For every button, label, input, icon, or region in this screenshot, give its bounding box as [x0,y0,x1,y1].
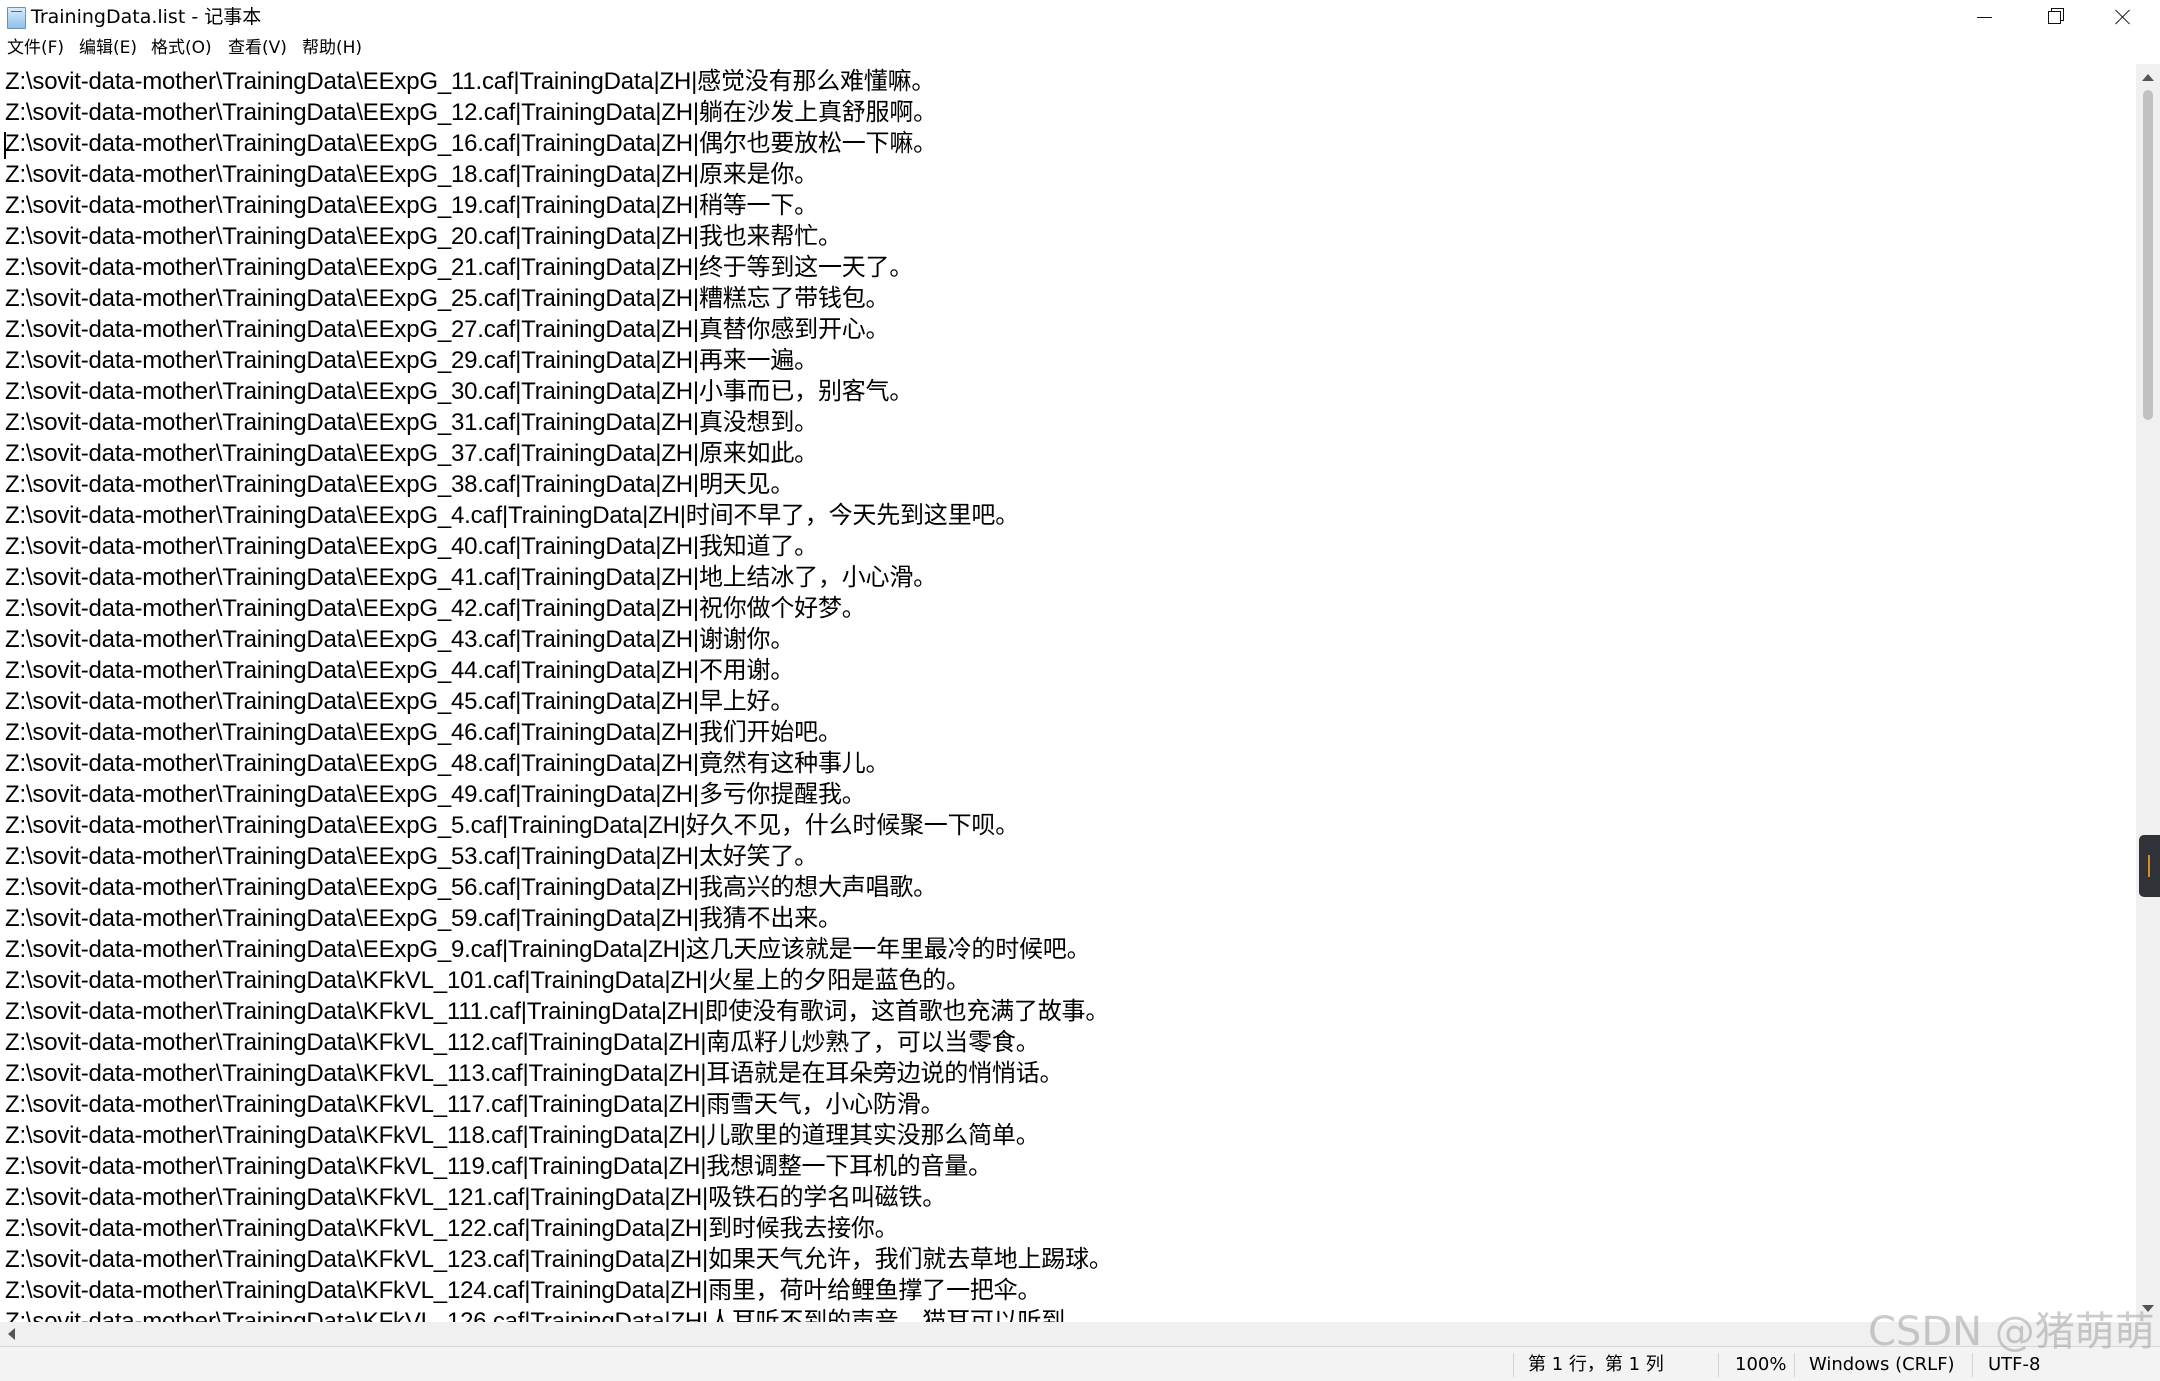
text-line[interactable]: Z:\sovit-data-mother\TrainingData\EExpG_… [5,593,866,624]
text-line[interactable]: Z:\sovit-data-mother\TrainingData\KFkVL_… [5,996,1109,1027]
text-line[interactable]: Z:\sovit-data-mother\TrainingData\EExpG_… [5,934,1091,965]
zoom-level: 100% [1735,1354,1787,1375]
text-line[interactable]: Z:\sovit-data-mother\TrainingData\EExpG_… [5,128,937,159]
text-line[interactable]: Z:\sovit-data-mother\TrainingData\EExpG_… [5,655,794,686]
text-line[interactable]: Z:\sovit-data-mother\TrainingData\EExpG_… [5,97,937,128]
text-line[interactable]: Z:\sovit-data-mother\TrainingData\EExpG_… [5,283,890,314]
notepad-icon [7,7,26,29]
text-line[interactable]: Z:\sovit-data-mother\TrainingData\KFkVL_… [5,1213,899,1244]
scroll-corner [2136,1322,2160,1346]
text-line[interactable]: Z:\sovit-data-mother\TrainingData\EExpG_… [5,810,1019,841]
menu-view[interactable]: 查看(V) [227,36,288,60]
vertical-scroll-thumb[interactable] [2143,90,2153,420]
text-line[interactable]: Z:\sovit-data-mother\TrainingData\KFkVL_… [5,1306,1089,1322]
cursor-position: 第 1 行，第 1 列 [1528,1354,1664,1375]
horizontal-scrollbar[interactable] [0,1322,2136,1346]
restore-button[interactable] [2019,0,2087,36]
title-bar: TrainingData.list - 记事本 [0,0,2160,36]
text-line[interactable]: Z:\sovit-data-mother\TrainingData\KFkVL_… [5,1244,1113,1275]
text-line[interactable]: Z:\sovit-data-mother\TrainingData\EExpG_… [5,686,794,717]
text-line[interactable]: Z:\sovit-data-mother\TrainingData\KFkVL_… [5,965,970,996]
text-line[interactable]: Z:\sovit-data-mother\TrainingData\EExpG_… [5,252,913,283]
menu-bar: 文件(F) 编辑(E) 格式(O) 查看(V) 帮助(H) [0,35,2160,62]
menu-format[interactable]: 格式(O) [150,36,213,60]
text-line[interactable]: Z:\sovit-data-mother\TrainingData\EExpG_… [5,469,794,500]
menu-help[interactable]: 帮助(H) [301,36,363,60]
text-line[interactable]: Z:\sovit-data-mother\TrainingData\EExpG_… [5,407,818,438]
text-line[interactable]: Z:\sovit-data-mother\TrainingData\EExpG_… [5,779,866,810]
status-separator [1513,1353,1514,1377]
text-line[interactable]: Z:\sovit-data-mother\TrainingData\EExpG_… [5,903,842,934]
menu-file[interactable]: 文件(F) [6,36,65,60]
text-line[interactable]: Z:\sovit-data-mother\TrainingData\EExpG_… [5,624,794,655]
text-line[interactable]: Z:\sovit-data-mother\TrainingData\EExpG_… [5,221,842,252]
text-line[interactable]: Z:\sovit-data-mother\TrainingData\EExpG_… [5,562,937,593]
scroll-down-icon[interactable] [2142,1305,2154,1312]
status-separator [1972,1353,1973,1377]
text-line[interactable]: Z:\sovit-data-mother\TrainingData\EExpG_… [5,438,818,469]
text-line[interactable]: Z:\sovit-data-mother\TrainingData\EExpG_… [5,66,935,97]
text-line[interactable]: Z:\sovit-data-mother\TrainingData\EExpG_… [5,717,842,748]
close-button[interactable] [2088,0,2156,36]
status-separator [1718,1353,1719,1377]
text-line[interactable]: Z:\sovit-data-mother\TrainingData\EExpG_… [5,376,913,407]
vertical-scrollbar[interactable] [2136,64,2160,1322]
text-line[interactable]: Z:\sovit-data-mother\TrainingData\EExpG_… [5,748,890,779]
line-ending: Windows (CRLF) [1809,1354,1955,1375]
text-line[interactable]: Z:\sovit-data-mother\TrainingData\KFkVL_… [5,1089,945,1120]
text-line[interactable]: Z:\sovit-data-mother\TrainingData\EExpG_… [5,345,818,376]
text-line[interactable]: Z:\sovit-data-mother\TrainingData\EExpG_… [5,872,937,903]
text-line[interactable]: Z:\sovit-data-mother\TrainingData\EExpG_… [5,531,818,562]
text-line[interactable]: Z:\sovit-data-mother\TrainingData\KFkVL_… [5,1058,1064,1089]
text-line[interactable]: Z:\sovit-data-mother\TrainingData\KFkVL_… [5,1151,992,1182]
text-line[interactable]: Z:\sovit-data-mother\TrainingData\KFkVL_… [5,1182,946,1213]
minimize-button[interactable] [1950,0,2018,36]
text-line[interactable]: Z:\sovit-data-mother\TrainingData\EExpG_… [5,841,818,872]
window-title: TrainingData.list - 记事本 [31,6,262,28]
text-line[interactable]: Z:\sovit-data-mother\TrainingData\EExpG_… [5,314,890,345]
text-line[interactable]: Z:\sovit-data-mother\TrainingData\EExpG_… [5,159,818,190]
menu-edit[interactable]: 编辑(E) [78,36,138,60]
text-line[interactable]: Z:\sovit-data-mother\TrainingData\KFkVL_… [5,1120,1040,1151]
scroll-left-icon[interactable] [8,1328,15,1340]
encoding: UTF-8 [1988,1354,2041,1375]
status-bar: 第 1 行，第 1 列 100% Windows (CRLF) UTF-8 [0,1346,2160,1381]
text-line[interactable]: Z:\sovit-data-mother\TrainingData\EExpG_… [5,190,818,221]
status-separator [1794,1353,1795,1377]
text-editor[interactable]: Z:\sovit-data-mother\TrainingData\EExpG_… [0,64,2135,1322]
text-line[interactable]: Z:\sovit-data-mother\TrainingData\KFkVL_… [5,1275,1041,1306]
scroll-up-icon[interactable] [2142,74,2154,81]
floating-side-widget[interactable] [2139,835,2160,897]
text-line[interactable]: Z:\sovit-data-mother\TrainingData\EExpG_… [5,500,1019,531]
text-line[interactable]: Z:\sovit-data-mother\TrainingData\KFkVL_… [5,1027,1040,1058]
